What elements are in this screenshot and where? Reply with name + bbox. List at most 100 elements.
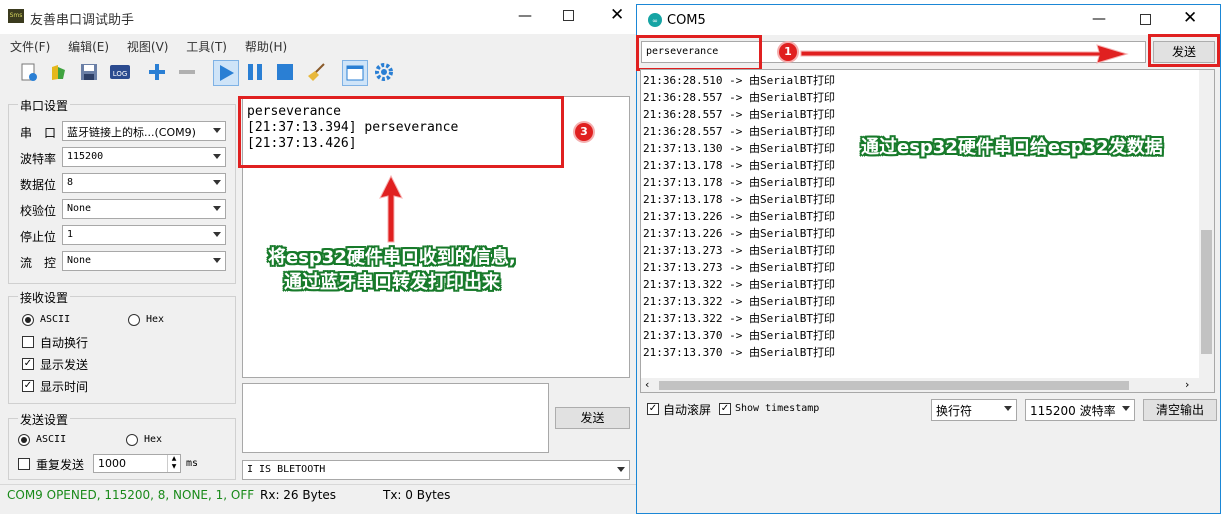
stop-icon[interactable] — [273, 60, 297, 84]
monitor-title: COM5 — [667, 13, 706, 28]
baud-select[interactable]: 115200 — [62, 147, 226, 167]
timestamp-checkbox[interactable]: ✓ — [719, 403, 731, 415]
timestamp-label: Show timestamp — [735, 403, 820, 414]
menu-edit[interactable]: 编辑(E) — [68, 40, 109, 54]
left-serial-tool-window: Sms 友善串口调试助手 — ✕ 文件(F) 编辑(E) 视图(V) 工具(T)… — [0, 0, 640, 514]
rx-count: Rx: 26 Bytes — [260, 488, 337, 502]
log-line: 21:37:13.226 -> 由SerialBT打印 — [643, 210, 835, 223]
show-send-label: 显示发送 — [40, 358, 89, 372]
minimize-icon[interactable]: — — [518, 8, 532, 24]
monitor-baud-value: 115200 波特率 — [1030, 404, 1116, 418]
send-input-area[interactable] — [242, 383, 549, 453]
line-ending-select[interactable]: 换行符 — [931, 399, 1017, 421]
minus-icon[interactable] — [175, 60, 199, 84]
menu-view[interactable]: 视图(V) — [127, 40, 169, 54]
autoscroll-label: 自动滚屏 — [663, 403, 712, 417]
parity-value: None — [67, 203, 92, 214]
right-title-bar: ∞ COM5 — ✕ — [637, 5, 1220, 35]
clear-output-button[interactable]: 清空输出 — [1143, 399, 1217, 421]
left-title-bar: Sms 友善串口调试助手 — ✕ — [0, 0, 640, 34]
new-file-icon[interactable] — [17, 60, 41, 84]
port-label: 串 口 — [20, 126, 57, 140]
receive-hex-radio[interactable] — [128, 314, 140, 326]
annotation-left-line1: 将esp32硬件串口收到的信息, — [268, 247, 516, 268]
receive-hex-label: Hex — [146, 314, 165, 325]
port-value: 蓝牙链接上的标...(COM9) — [67, 126, 196, 139]
databits-value: 8 — [67, 177, 74, 188]
menu-help[interactable]: 帮助(H) — [245, 40, 287, 54]
horizontal-scrollbar[interactable]: ‹ › — [641, 378, 1214, 392]
window-layout-icon[interactable] — [342, 60, 368, 86]
log-line: 21:37:13.322 -> 由SerialBT打印 — [643, 295, 835, 308]
databits-select[interactable]: 8 — [62, 173, 226, 193]
app-icon: Sms — [8, 9, 24, 23]
h-scroll-thumb[interactable] — [659, 381, 1129, 390]
receive-ascii-radio[interactable] — [22, 314, 34, 326]
repeat-interval-value: 1000 — [98, 457, 126, 470]
baud-value: 115200 — [67, 151, 104, 162]
flow-select[interactable]: None — [62, 251, 226, 271]
receive-ascii-label: ASCII — [40, 314, 71, 325]
show-send-checkbox[interactable]: ✓ — [22, 358, 34, 370]
menu-file[interactable]: 文件(F) — [10, 40, 50, 54]
flow-label: 流 控 — [20, 256, 57, 270]
send-ascii-radio[interactable] — [18, 434, 30, 446]
scroll-left-icon[interactable]: ‹ — [645, 378, 649, 391]
log-line: 21:37:13.370 -> 由SerialBT打印 — [643, 346, 835, 359]
autoscroll-checkbox[interactable]: ✓ — [647, 403, 659, 415]
log-line: 21:37:13.273 -> 由SerialBT打印 — [643, 244, 835, 257]
databits-label: 数据位 — [20, 178, 57, 192]
badge-3: 3 — [575, 123, 593, 141]
show-time-checkbox[interactable]: ✓ — [22, 380, 34, 392]
parity-select[interactable]: None — [62, 199, 226, 219]
play-icon[interactable] — [213, 60, 239, 86]
close-icon[interactable]: ✕ — [1183, 8, 1197, 28]
send-ascii-label: ASCII — [36, 434, 67, 445]
log-line: 21:36:28.510 -> 由SerialBT打印 — [643, 74, 835, 87]
repeat-send-label: 重复发送 — [36, 458, 85, 472]
vertical-scrollbar[interactable] — [1199, 70, 1214, 378]
arduino-icon: ∞ — [648, 13, 662, 27]
send-button[interactable]: 发送 — [555, 407, 630, 429]
repeat-send-checkbox[interactable] — [18, 458, 30, 470]
log-list: 21:36:28.510 -> 由SerialBT打印 21:36:28.557 … — [643, 72, 835, 361]
auto-wrap-checkbox[interactable] — [22, 336, 34, 348]
stopbits-value: 1 — [67, 229, 74, 240]
flow-value: None — [67, 255, 92, 266]
close-icon[interactable]: ✕ — [610, 5, 624, 25]
gear-icon[interactable] — [372, 60, 396, 84]
log-line: 21:37:13.273 -> 由SerialBT打印 — [643, 261, 835, 274]
maximize-icon[interactable] — [1140, 14, 1151, 25]
annotation-right: 通过esp32硬件串口给esp32发数据 — [861, 137, 1163, 158]
command-history-select[interactable]: I IS BLETOOTH — [242, 460, 630, 480]
send-hex-label: Hex — [144, 434, 163, 445]
menu-tools[interactable]: 工具(T) — [186, 40, 227, 54]
minimize-icon[interactable]: — — [1092, 11, 1106, 27]
receive-settings-title: 接收设置 — [18, 289, 71, 306]
send-hex-radio[interactable] — [126, 434, 138, 446]
open-file-icon[interactable] — [47, 60, 71, 84]
broom-icon[interactable] — [305, 60, 329, 84]
log-line: 21:37:13.178 -> 由SerialBT打印 — [643, 176, 835, 189]
log-line: 21:36:28.557 -> 由SerialBT打印 — [643, 125, 835, 138]
interval-unit: ms — [186, 458, 199, 469]
log-line: 21:36:28.557 -> 由SerialBT打印 — [643, 108, 835, 121]
log-icon[interactable]: LOG — [108, 60, 132, 84]
maximize-icon[interactable] — [563, 10, 574, 21]
scroll-right-icon[interactable]: › — [1185, 378, 1189, 391]
baud-label: 波特率 — [20, 152, 57, 166]
scroll-thumb[interactable] — [1201, 230, 1212, 354]
save-icon[interactable] — [77, 60, 101, 84]
interval-spinner-icon[interactable]: ▲ ▼ — [167, 455, 180, 472]
monitor-log-area[interactable]: 21:36:28.510 -> 由SerialBT打印 21:36:28.557 … — [640, 69, 1215, 393]
monitor-baud-select[interactable]: 115200 波特率 — [1025, 399, 1135, 421]
stopbits-select[interactable]: 1 — [62, 225, 226, 245]
pause-icon[interactable] — [243, 60, 267, 84]
plus-icon[interactable] — [145, 60, 169, 84]
port-select[interactable]: 蓝牙链接上的标...(COM9) — [62, 121, 226, 141]
annotation-left-line2: 通过蓝牙串口转发打印出来 — [284, 272, 500, 293]
window-title: 友善串口调试助手 — [30, 13, 135, 28]
up-arrow-icon — [379, 174, 403, 243]
stopbits-label: 停止位 — [20, 230, 57, 244]
port-status: COM9 OPENED, 115200, 8, NONE, 1, OFF — [7, 488, 255, 502]
